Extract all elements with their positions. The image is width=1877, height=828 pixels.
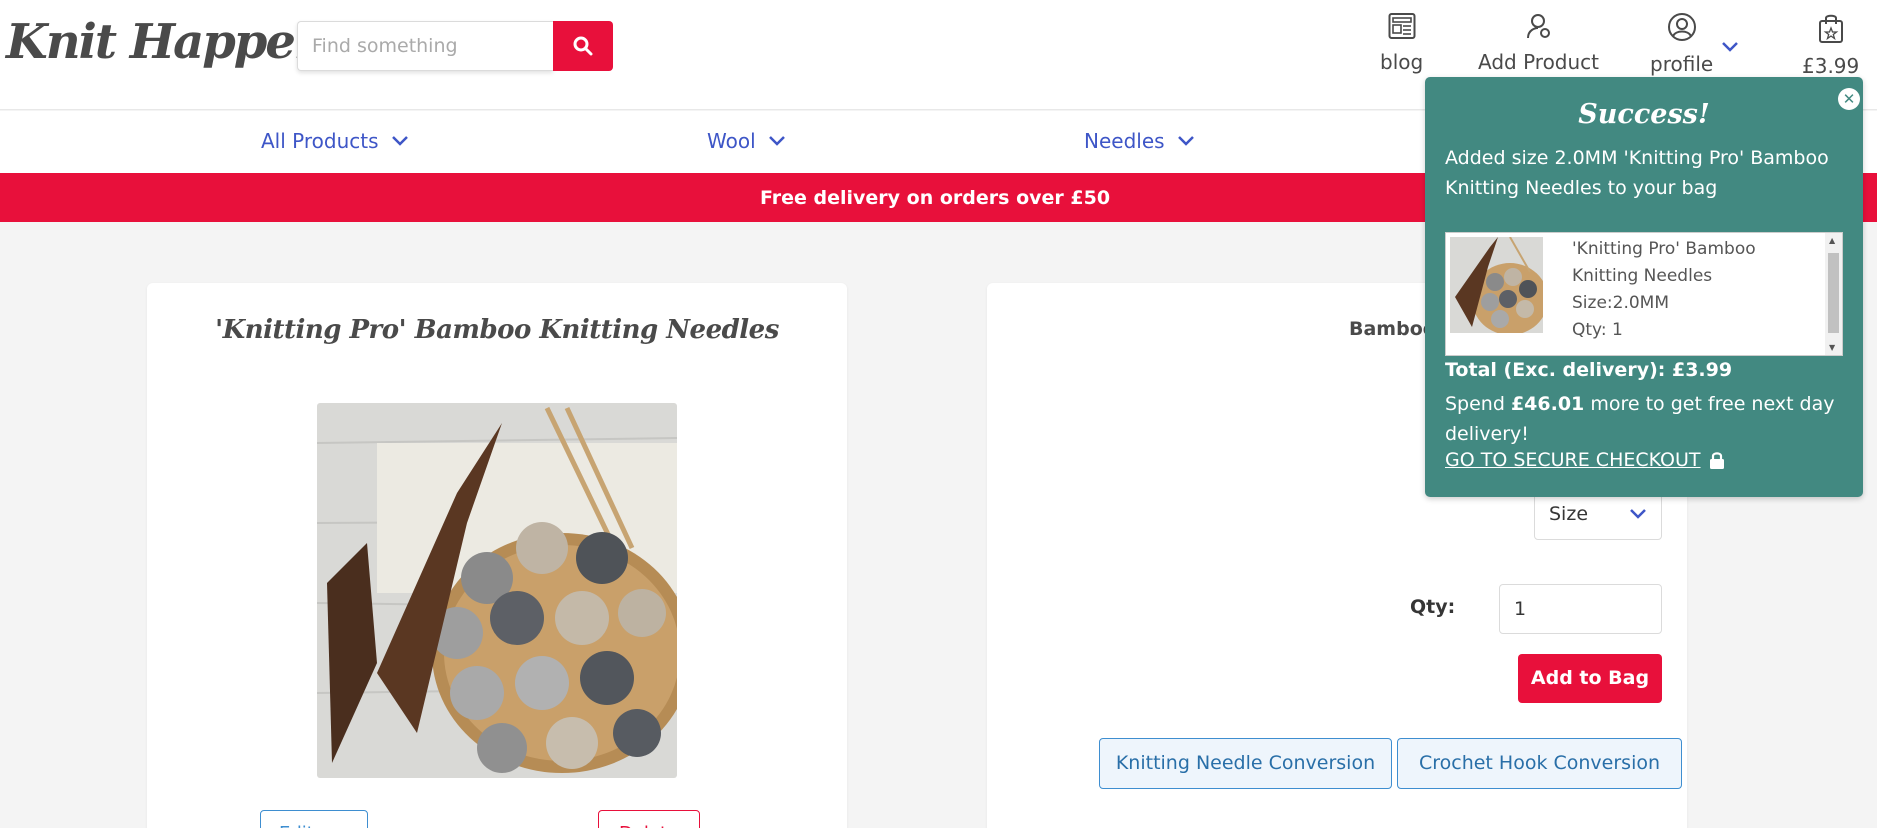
delete-button[interactable]: Delete (598, 810, 700, 828)
chevron-down-icon (391, 136, 408, 146)
crochet-hook-conversion-button[interactable]: Crochet Hook Conversion (1397, 738, 1682, 789)
bag-item-name-line2: Knitting Needles (1572, 266, 1713, 286)
qty-label: Qty: (1410, 596, 1456, 618)
search-button[interactable] (553, 21, 613, 71)
user-plus-icon (1526, 14, 1550, 39)
bag-total: £3.99 (1802, 54, 1860, 78)
category-all-products[interactable]: All Products (261, 129, 409, 153)
bag-item-details: 'Knitting Pro' Bamboo Knitting Needles S… (1572, 236, 1756, 344)
bag-preview-scrollbar[interactable]: ▲ ▼ (1825, 233, 1842, 355)
bag-item-thumbnail (1450, 237, 1543, 333)
qty-input[interactable] (1499, 584, 1662, 634)
chevron-down-icon (768, 136, 785, 146)
edit-button[interactable]: Edit (260, 810, 368, 828)
toast-message: Added size 2.0MM 'Knitting Pro' Bamboo K… (1445, 147, 1829, 199)
product-image-card: 'Knitting Pro' Bamboo Knitting Needles (147, 283, 847, 828)
toast-title: Success! (1578, 99, 1710, 130)
category-needles[interactable]: Needles (1084, 129, 1195, 153)
success-toast: ✕ Success! Added size 2.0MM 'Knitting Pr… (1425, 77, 1863, 497)
category-label: Wool (707, 129, 756, 153)
user-circle-icon (1667, 13, 1696, 41)
chevron-down-icon[interactable] (1720, 40, 1740, 54)
search-bar (297, 21, 613, 71)
search-icon (573, 36, 593, 56)
banner-text: Free delivery on orders over £50 (760, 187, 1111, 209)
add-to-bag-button[interactable]: Add to Bag (1518, 654, 1662, 703)
checkout-label: GO TO SECURE CHECKOUT (1445, 449, 1701, 471)
nav-add-product-label: Add Product (1478, 50, 1600, 74)
nav-add-product[interactable]: Add Product (1478, 12, 1599, 74)
lock-icon (1709, 451, 1724, 469)
nav-bag[interactable]: £3.99 (1802, 12, 1859, 78)
scroll-up-arrow-icon[interactable]: ▲ (1829, 236, 1835, 245)
category-wool[interactable]: Wool (707, 129, 786, 153)
scroll-down-arrow-icon[interactable]: ▼ (1829, 343, 1835, 352)
chevron-down-icon (1177, 136, 1194, 146)
nav-profile[interactable]: profile (1650, 12, 1713, 76)
scrollbar-thumb[interactable] (1828, 253, 1839, 333)
yarn-basket-image (317, 403, 677, 778)
free-delivery-message: Spend £46.01 more to get free next day d… (1445, 389, 1845, 449)
bag-total-exc-delivery: Total (Exc. delivery): £3.99 (1445, 359, 1733, 381)
knitting-needle-conversion-button[interactable]: Knitting Needle Conversion (1099, 738, 1392, 789)
product-image[interactable] (317, 403, 677, 778)
spend-amount: £46.01 (1510, 393, 1585, 415)
size-select-value: Size (1549, 503, 1589, 525)
search-input[interactable] (297, 21, 553, 71)
bag-item-name-line1: 'Knitting Pro' Bamboo (1572, 239, 1756, 259)
category-label: Needles (1084, 129, 1165, 153)
nav-blog[interactable]: blog (1380, 12, 1423, 74)
nav-profile-label: profile (1650, 52, 1714, 76)
newspaper-icon (1388, 13, 1416, 39)
chevron-down-icon (1630, 509, 1646, 519)
secure-checkout-link[interactable]: GO TO SECURE CHECKOUT (1445, 449, 1725, 471)
spend-prefix: Spend (1445, 393, 1511, 415)
bag-item-preview: 'Knitting Pro' Bamboo Knitting Needles S… (1445, 232, 1843, 356)
product-title: 'Knitting Pro' Bamboo Knitting Needles (215, 315, 779, 345)
nav-blog-label: blog (1380, 50, 1424, 74)
category-label: All Products (261, 129, 379, 153)
bag-item-qty: Qty: 1 (1572, 320, 1623, 340)
product-material-label: Bamboo (1349, 318, 1436, 340)
bag-item-size: Size:2.0MM (1572, 293, 1669, 313)
shopping-bag-icon (1818, 14, 1843, 43)
